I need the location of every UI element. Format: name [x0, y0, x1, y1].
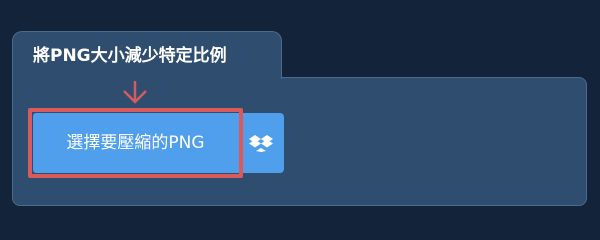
- select-png-button[interactable]: 選擇要壓縮的PNG: [33, 113, 238, 173]
- pointer-arrow-icon: [123, 81, 147, 104]
- dropbox-icon: [249, 135, 273, 152]
- dropbox-button[interactable]: [238, 113, 284, 173]
- tab-title: 將PNG大小減少特定比例: [33, 46, 227, 66]
- tab-compress-png: 將PNG大小減少特定比例: [12, 31, 282, 79]
